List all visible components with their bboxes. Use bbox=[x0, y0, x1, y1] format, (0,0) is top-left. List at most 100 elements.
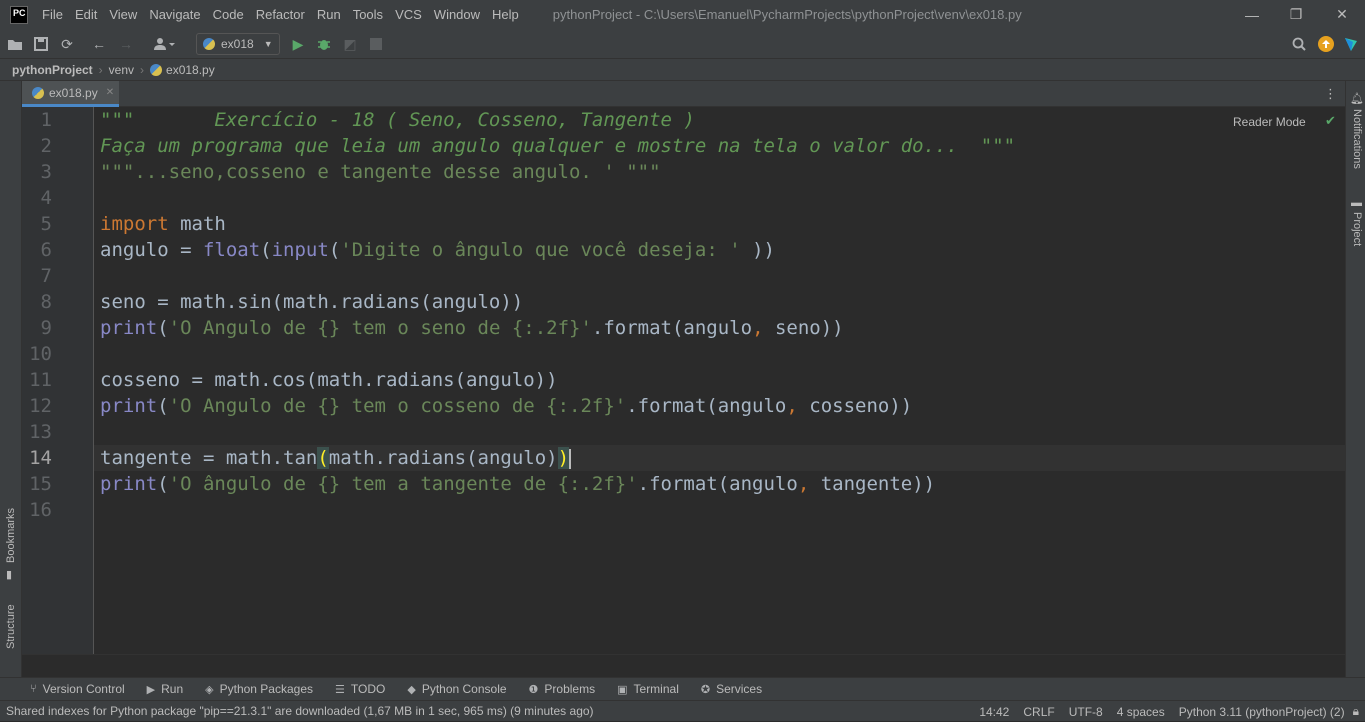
main-toolbar: ⟳ ← → ex018 ▼ ▶ ◩ bbox=[0, 29, 1365, 59]
python-file-icon bbox=[32, 86, 44, 99]
code-token: cosseno = math.cos(math.radians(angulo)) bbox=[100, 369, 558, 391]
problems-button[interactable]: ❶ Problems bbox=[529, 682, 596, 696]
code-token: 'O Angulo de {} tem o seno de {:.2f}' bbox=[168, 317, 592, 339]
code-token: , bbox=[786, 395, 798, 417]
update-icon[interactable] bbox=[1317, 35, 1335, 53]
code-line[interactable]: print('O Angulo de {} tem o seno de {:.2… bbox=[100, 315, 844, 341]
line-number: 12 bbox=[29, 395, 52, 417]
code-token: ( bbox=[157, 317, 169, 339]
code-line[interactable]: """ Exercício - 18 ( Seno, Cosseno, Tang… bbox=[100, 107, 695, 133]
indent-setting[interactable]: 4 spaces bbox=[1117, 705, 1165, 719]
code-token: ( bbox=[317, 447, 329, 469]
menu-refactor[interactable]: Refactor bbox=[250, 0, 311, 29]
status-message[interactable]: Shared indexes for Python package "pip==… bbox=[6, 704, 594, 718]
line-number: 3 bbox=[40, 161, 52, 183]
code-line[interactable]: print('O Angulo de {} tem o cosseno de {… bbox=[100, 393, 912, 419]
line-number: 7 bbox=[40, 265, 52, 287]
code-line[interactable]: angulo = float(input('Digite o ângulo qu… bbox=[100, 237, 775, 263]
code-token: import bbox=[100, 213, 169, 235]
line-separator[interactable]: CRLF bbox=[1023, 705, 1054, 719]
user-icon[interactable] bbox=[150, 35, 178, 53]
sync-icon[interactable]: ⟳ bbox=[58, 35, 76, 53]
reader-mode-button[interactable]: Reader Mode bbox=[1233, 115, 1306, 129]
run-configuration-select[interactable]: ex018 ▼ bbox=[196, 33, 280, 55]
list-icon: ☰ bbox=[335, 683, 345, 696]
run-button[interactable]: ▶ Run bbox=[147, 682, 183, 696]
python-packages-button[interactable]: ◈ Python Packages bbox=[205, 682, 313, 696]
code-line[interactable]: print('O ângulo de {} tem a tangente de … bbox=[100, 471, 935, 497]
menu-vcs[interactable]: VCS bbox=[389, 0, 428, 29]
lock-icon[interactable]: 🔒︎ bbox=[1353, 704, 1359, 719]
structure-tab[interactable]: Structure bbox=[5, 604, 17, 649]
code-editor[interactable]: 1 2 3 4 5 6 7 8 9 10 11 12 13 14 15 16 "… bbox=[22, 107, 1345, 654]
left-tool-stripe: Bookmarks ▮ Structure bbox=[0, 81, 22, 677]
tool-label: Python Packages bbox=[219, 682, 314, 696]
menu-edit[interactable]: Edit bbox=[69, 0, 103, 29]
coverage-icon[interactable]: ◩ bbox=[341, 35, 359, 53]
todo-button[interactable]: ☰ TODO bbox=[335, 682, 385, 696]
python-interpreter[interactable]: Python 3.11 (pythonProject) (2) bbox=[1179, 705, 1345, 719]
save-icon[interactable] bbox=[32, 35, 50, 53]
code-line[interactable]: """...seno,cosseno e tangente desse angu… bbox=[100, 159, 661, 185]
tool-label: Run bbox=[161, 682, 184, 696]
code-line[interactable]: Faça um programa que leia um angulo qual… bbox=[100, 133, 1015, 159]
caret-position[interactable]: 14:42 bbox=[979, 705, 1009, 719]
console-icon: ◆ bbox=[407, 683, 416, 696]
services-button[interactable]: ✪ Services bbox=[701, 682, 762, 696]
python-console-button[interactable]: ◆ Python Console bbox=[407, 682, 506, 696]
line-number: 5 bbox=[40, 213, 52, 235]
code-token: math bbox=[168, 213, 226, 235]
jetbrains-icon[interactable] bbox=[1342, 35, 1360, 53]
minimize-button[interactable]: — bbox=[1229, 0, 1275, 29]
open-folder-icon[interactable] bbox=[6, 35, 24, 53]
code-line[interactable]: seno = math.sin(math.radians(angulo)) bbox=[100, 289, 523, 315]
line-number: 2 bbox=[40, 135, 52, 157]
crumb-venv[interactable]: venv bbox=[109, 63, 134, 77]
services-icon: ✪ bbox=[700, 683, 711, 696]
menu-code[interactable]: Code bbox=[207, 0, 250, 29]
crumb-project[interactable]: pythonProject bbox=[12, 63, 93, 77]
menu-window[interactable]: Window bbox=[428, 0, 486, 29]
tool-label: Problems bbox=[544, 682, 596, 696]
maximize-button[interactable]: ❐ bbox=[1273, 0, 1319, 29]
line-number: 15 bbox=[29, 473, 52, 495]
problems-icon: ❶ bbox=[528, 683, 539, 696]
crumb-file[interactable]: ex018.py bbox=[166, 63, 215, 77]
project-tab[interactable]: Project bbox=[1351, 212, 1363, 246]
tool-label: Terminal bbox=[633, 682, 679, 696]
bookmarks-tab[interactable]: Bookmarks bbox=[5, 508, 17, 563]
run-icon[interactable]: ▶ bbox=[289, 35, 307, 53]
menu-help[interactable]: Help bbox=[486, 0, 525, 29]
code-line[interactable]: import math bbox=[100, 211, 226, 237]
chevron-right-icon: › bbox=[98, 62, 103, 77]
code-token: print bbox=[100, 473, 158, 495]
stop-icon[interactable] bbox=[367, 35, 385, 53]
file-encoding[interactable]: UTF-8 bbox=[1069, 705, 1103, 719]
close-tab-icon[interactable]: ✕ bbox=[106, 87, 114, 98]
code-line[interactable]: cosseno = math.cos(math.radians(angulo)) bbox=[100, 367, 558, 393]
notifications-tab[interactable]: Notifications bbox=[1351, 109, 1363, 169]
menu-file[interactable]: File bbox=[36, 0, 69, 29]
code-line[interactable]: tangente = math.tan(math.radians(angulo)… bbox=[100, 445, 572, 471]
line-number: 8 bbox=[40, 291, 52, 313]
menu-run[interactable]: Run bbox=[311, 0, 347, 29]
code-token: .format(angulo bbox=[626, 395, 787, 417]
code-token: seno)) bbox=[763, 317, 844, 339]
forward-icon[interactable]: → bbox=[117, 35, 135, 53]
terminal-button[interactable]: ▣ Terminal bbox=[617, 682, 679, 696]
more-options-icon[interactable]: ⋮ bbox=[1324, 86, 1337, 102]
code-token: ) bbox=[557, 447, 570, 469]
version-control-button[interactable]: ⑂ Version Control bbox=[30, 682, 125, 696]
search-icon[interactable] bbox=[1290, 35, 1308, 53]
back-icon[interactable]: ← bbox=[90, 35, 108, 53]
line-number: 6 bbox=[40, 239, 52, 261]
debug-icon[interactable] bbox=[315, 35, 333, 53]
close-window-button[interactable]: ✕ bbox=[1319, 0, 1365, 29]
line-number: 16 bbox=[29, 499, 52, 521]
menu-navigate[interactable]: Navigate bbox=[143, 0, 206, 29]
line-number: 1 bbox=[40, 109, 52, 131]
menu-tools[interactable]: Tools bbox=[347, 0, 389, 29]
code-token: 'Digite o ângulo que você deseja: ' bbox=[340, 239, 741, 261]
menu-view[interactable]: View bbox=[103, 0, 143, 29]
tab-ex018[interactable]: ex018.py ✕ bbox=[22, 81, 119, 107]
